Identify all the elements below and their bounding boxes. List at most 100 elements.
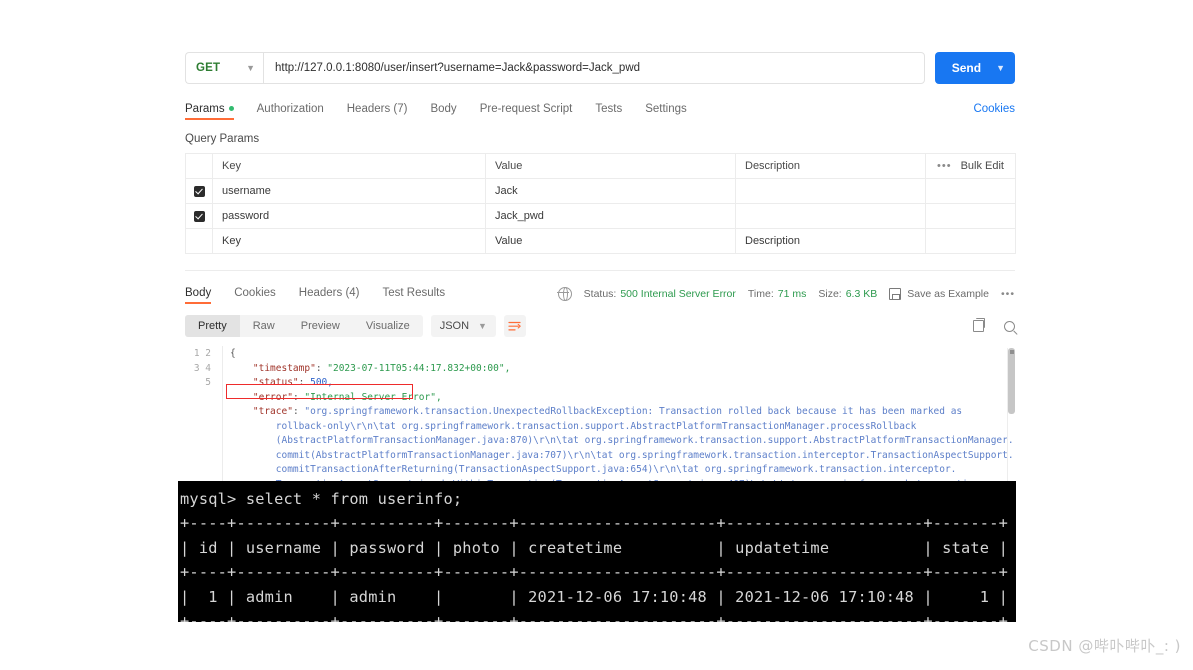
json-value-trace-line-4: commit(AbstractPlatformTransactionManage… [275,449,1014,461]
row-checkbox-cell-empty[interactable] [185,228,213,254]
postman-request-panel: GET ▼ http://127.0.0.1:8080/user/insert?… [185,52,1016,488]
cookies-link[interactable]: Cookies [973,103,1015,115]
status-badge: 500 Internal Server Error [620,288,736,300]
chevron-down-icon: ▼ [246,62,255,73]
tab-params[interactable]: Params [185,103,234,120]
tab-response-cookies[interactable]: Cookies [234,287,276,304]
globe-icon [557,286,572,301]
checkbox-checked-icon[interactable] [193,185,205,197]
json-value-trace-line-2: rollback-only\r\n\tat org.springframewor… [275,420,917,432]
json-key-timestamp: "timestamp" [252,362,316,374]
language-label: JSON [439,320,470,332]
header-value: Value [485,153,736,179]
mysql-terminal: mysql> select * from userinfo; +----+---… [178,481,1016,622]
row-value[interactable]: Jack [485,178,736,204]
new-description-input[interactable]: Description [735,228,926,254]
tab-body[interactable]: Body [430,103,456,120]
json-key-error: "error" [252,391,293,403]
language-selector[interactable]: JSON ▼ [430,315,496,337]
format-tab-pretty[interactable]: Pretty [185,315,240,337]
row-checkbox-cell[interactable] [185,203,213,229]
table-row: password Jack_pwd [185,203,1016,229]
table-row-empty: Key Value Description [185,228,1016,254]
response-scrollbar[interactable] [1007,348,1015,488]
query-params-title: Query Params [185,133,260,145]
json-key-trace: "trace" [252,406,293,417]
tab-pre-request-script[interactable]: Pre-request Script [480,103,573,120]
row-spacer [925,178,1016,204]
row-key[interactable]: username [212,178,486,204]
send-button-group: Send ▼ [934,52,1015,84]
time-label: Time: [747,288,774,300]
status-label: Status: [583,288,617,300]
json-value-status: 500, [310,377,333,388]
format-tab-visualize[interactable]: Visualize [353,315,423,337]
save-icon[interactable] [889,288,902,300]
save-as-example-button[interactable]: Save as Example [907,288,989,300]
response-body-code[interactable]: { "timestamp": "2023-07-11T05:44:17.832+… [223,346,1015,488]
wrap-lines-button[interactable] [503,315,526,337]
size-label: Size: [818,288,842,300]
checkbox-checked-icon[interactable] [193,210,205,222]
scrollbar-thumb[interactable] [1008,348,1015,414]
json-value-error: "Internal Server Error", [304,391,442,403]
bulk-edit-button[interactable]: Bulk Edit [961,160,1004,172]
url-input[interactable]: http://127.0.0.1:8080/user/insert?userna… [263,52,925,84]
json-value-trace-line-1: "org.springframework.transaction.Unexpec… [304,406,963,417]
more-options-icon[interactable]: ••• [1001,288,1015,300]
http-method-label: GET [196,62,221,74]
tab-response-body[interactable]: Body [185,287,212,304]
bulk-edit-cell: ••• Bulk Edit [925,153,1016,179]
http-method-selector[interactable]: GET ▼ [185,52,263,84]
header-checkbox-cell [185,153,213,179]
tab-params-label: Params [185,103,225,115]
json-value-trace-line-5: commitTransactionAfterReturning(Transact… [275,464,957,475]
size-value: 6.3 KB [845,288,878,300]
response-divider [185,270,1015,271]
tab-authorization[interactable]: Authorization [257,103,324,120]
line-numbers: 1 2 3 4 5 [193,348,211,388]
copy-icon[interactable] [973,317,986,332]
more-options-icon[interactable]: ••• [937,160,952,172]
new-key-input[interactable]: Key [212,228,486,254]
json-value-trace-line-3: (AbstractPlatformTransactionManager.java… [275,435,1014,446]
search-icon[interactable] [1004,320,1015,332]
json-value-timestamp: "2023-07-11T05:44:17.832+00:00", [327,362,511,374]
response-body-viewer: 1 2 3 4 5 { "timestamp": "2023-07-11T05:… [185,346,1015,488]
tab-response-headers[interactable]: Headers (4) [299,287,360,304]
row-checkbox-cell[interactable] [185,178,213,204]
tab-test-results[interactable]: Test Results [383,287,446,304]
format-tab-raw[interactable]: Raw [240,315,288,337]
url-text: http://127.0.0.1:8080/user/insert?userna… [275,62,641,74]
response-actions [973,317,1015,332]
tab-headers[interactable]: Headers (7) [347,103,408,120]
url-bar: GET ▼ http://127.0.0.1:8080/user/insert?… [185,52,1015,84]
line-number-gutter: 1 2 3 4 5 [185,346,223,488]
table-header-row: Key Value Description ••• Bulk Edit [185,153,1016,179]
row-description[interactable] [735,203,926,229]
table-row: username Jack [185,178,1016,204]
time-value: 71 ms [777,288,807,300]
tab-settings[interactable]: Settings [645,103,687,120]
query-params-table: Key Value Description ••• Bulk Edit usern… [185,153,1016,254]
json-key-status: "status" [252,377,299,388]
row-value[interactable]: Jack_pwd [485,203,736,229]
new-value-input[interactable]: Value [485,228,736,254]
format-tab-group: Pretty Raw Preview Visualize [185,315,423,337]
response-tabs: Body Cookies Headers (4) Test Results St… [185,282,1015,304]
tab-tests[interactable]: Tests [595,103,622,120]
send-button[interactable]: Send [935,52,994,84]
request-tabs: Params Authorization Headers (7) Body Pr… [185,98,1015,120]
format-tab-preview[interactable]: Preview [288,315,353,337]
row-description[interactable] [735,178,926,204]
wrap-lines-icon [508,321,522,330]
json-open-brace: { [230,348,236,359]
row-spacer [925,228,1016,254]
response-format-bar: Pretty Raw Preview Visualize JSON ▼ [185,315,1015,337]
csdn-watermark: CSDN @哔卟哔卟_: ) [1028,637,1181,655]
row-key[interactable]: password [212,203,486,229]
mysql-terminal-output: mysql> select * from userinfo; +----+---… [180,490,1009,622]
row-spacer [925,203,1016,229]
params-indicator-dot-icon [228,106,234,112]
send-options-chevron-icon[interactable]: ▼ [994,52,1015,84]
